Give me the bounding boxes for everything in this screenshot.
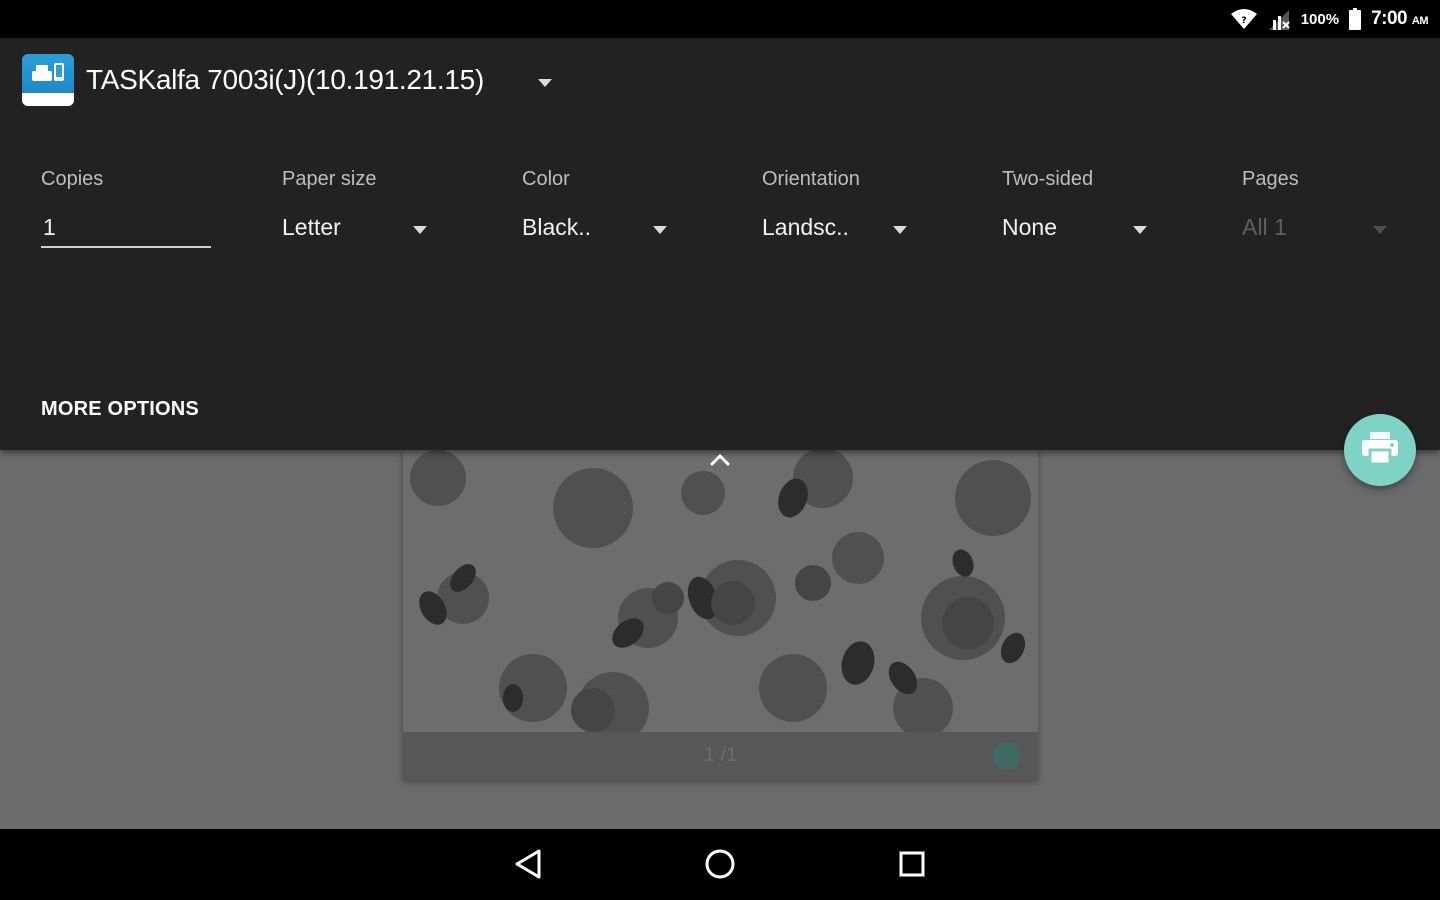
status-bar: ? 100% 7:00 AM — [0, 0, 1440, 38]
clock-time: 7:00 — [1371, 8, 1408, 29]
print-button[interactable] — [1344, 414, 1416, 486]
chevron-up-icon[interactable] — [706, 446, 734, 474]
more-options-button[interactable]: MORE OPTIONS — [41, 398, 199, 421]
printer-selector[interactable]: TASKalfa 7003i(J)(10.191.21.15) — [22, 54, 484, 106]
pages-label: Pages — [1242, 168, 1299, 190]
two-sided-caret-icon[interactable] — [1128, 218, 1152, 242]
color-caret-icon[interactable] — [648, 218, 672, 242]
battery-percent: 100% — [1300, 10, 1340, 28]
signal-no-sim-icon — [1267, 8, 1291, 30]
color-label: Color — [522, 168, 570, 190]
paper-size-label: Paper size — [282, 168, 377, 190]
clock-ampm: AM — [1411, 15, 1429, 27]
orientation-select[interactable]: Landsc.. — [762, 214, 849, 241]
print-options-panel: TASKalfa 7003i(J)(10.191.21.15) Copies 1… — [0, 38, 1440, 466]
paper-size-caret-icon[interactable] — [408, 218, 432, 242]
orientation-caret-icon[interactable] — [888, 218, 912, 242]
pages-select: All 1 — [1242, 214, 1287, 240]
recents-square-icon[interactable] — [894, 846, 930, 882]
printer-name: TASKalfa 7003i(J)(10.191.21.15) — [86, 64, 484, 95]
status-icons: ? 100% 7:00 AM — [1230, 0, 1429, 38]
print-service-app-icon — [22, 54, 74, 106]
floral-pattern-image — [403, 448, 1038, 732]
copies-input[interactable]: 1 — [43, 214, 56, 241]
home-circle-icon[interactable] — [702, 846, 738, 882]
copies-underline — [41, 246, 211, 248]
page-preview[interactable]: 1 /1 — [403, 448, 1038, 780]
svg-text:?: ? — [1241, 16, 1246, 26]
printer-dropdown-caret-icon[interactable] — [534, 72, 556, 94]
clock: 7:00 AM — [1371, 8, 1428, 30]
pages-caret-icon — [1368, 218, 1392, 242]
page-indicator: 1 /1 — [703, 744, 738, 766]
back-triangle-icon[interactable] — [510, 846, 546, 882]
two-sided-label: Two-sided — [1002, 168, 1094, 190]
orientation-label: Orientation — [762, 168, 860, 190]
page-selected-check-icon[interactable] — [993, 742, 1021, 770]
wifi-icon: ? — [1230, 8, 1257, 30]
copies-label: Copies — [41, 168, 104, 190]
navigation-bar — [0, 829, 1440, 900]
printer-icon — [1362, 431, 1398, 469]
battery-full-icon — [1349, 8, 1362, 30]
paper-size-select[interactable]: Letter — [282, 214, 341, 241]
two-sided-select[interactable]: None — [1002, 214, 1057, 241]
color-select[interactable]: Black.. — [522, 214, 591, 241]
page-footer: 1 /1 — [403, 732, 1038, 780]
